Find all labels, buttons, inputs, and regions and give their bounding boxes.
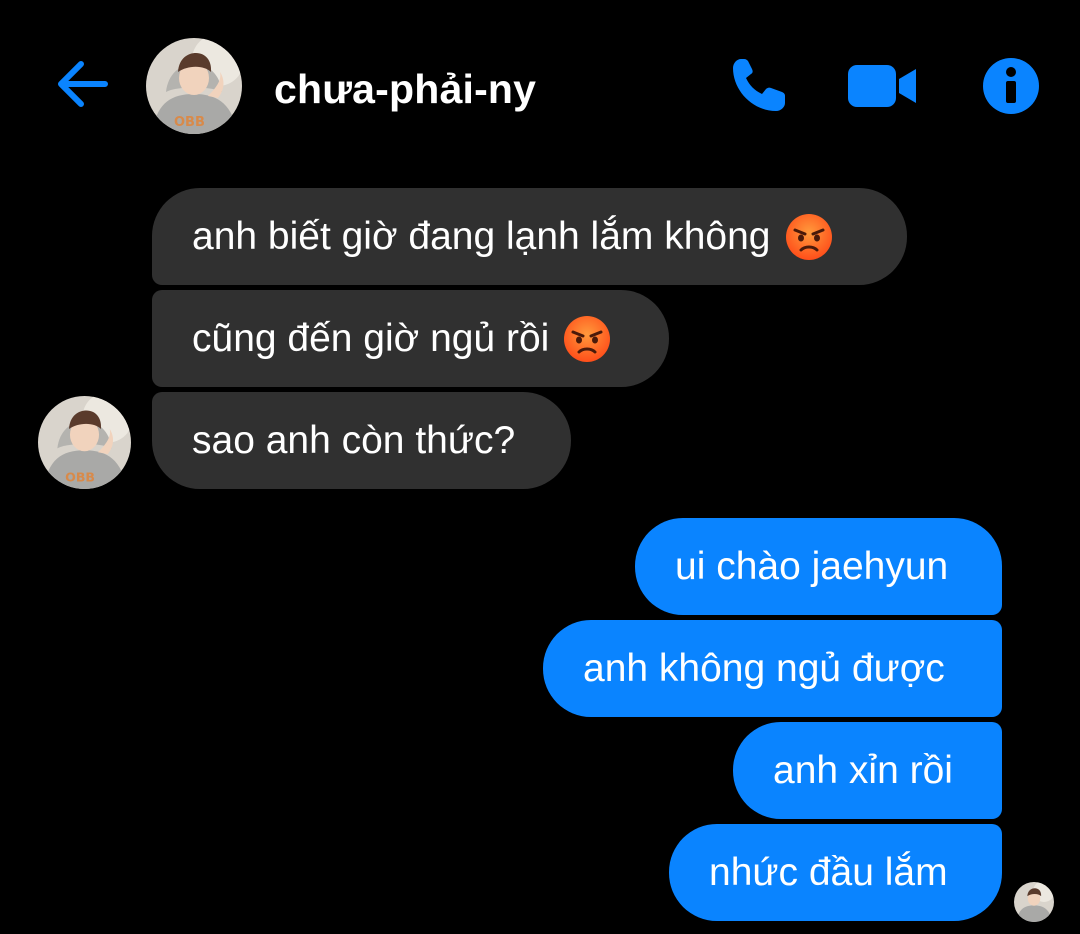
outgoing-message[interactable]: nhức đầu lắm [669,824,1002,921]
avatar-photo: OBB [38,396,131,489]
avatar-photo: OBB [146,38,242,134]
phone-icon [733,59,785,111]
angry-face-emoji-icon [564,315,611,362]
message-text: nhức đầu lắm [709,850,948,894]
incoming-message[interactable]: cũng đến giờ ngủ rồi [152,290,669,387]
svg-text:OBB: OBB [174,115,205,130]
sender-avatar[interactable]: OBB [38,396,131,489]
back-button[interactable] [48,52,116,116]
message-text: ui chào jaehyun [675,544,949,588]
message-text: anh không ngủ được [583,646,945,690]
outgoing-message[interactable]: ui chào jaehyun [635,518,1002,615]
message-text: anh biết giờ đang lạnh lắm không [192,214,771,258]
svg-text:OBB: OBB [65,469,95,484]
avatar-photo [1014,882,1054,922]
angry-face-emoji-icon [785,213,832,260]
seen-indicator-avatar [1014,882,1054,922]
incoming-message[interactable]: anh biết giờ đang lạnh lắm không [152,188,907,285]
message-text: cũng đến giờ ngủ rồi [192,316,550,360]
call-button[interactable] [722,50,794,122]
message-text: sao anh còn thức? [192,418,516,462]
contact-avatar[interactable]: OBB [146,38,242,134]
message-text: anh xỉn rồi [773,748,953,792]
video-call-button[interactable] [846,50,918,122]
info-icon [983,58,1039,114]
info-button[interactable] [975,50,1047,122]
outgoing-message[interactable]: anh xỉn rồi [733,722,1002,819]
outgoing-message[interactable]: anh không ngủ được [543,620,1002,717]
incoming-message[interactable]: sao anh còn thức? [152,392,571,489]
arrow-left-icon [58,61,108,107]
chat-header: OBB chưa-phải-ny [0,0,1080,170]
contact-name[interactable]: chưa-phải-ny [274,66,536,113]
video-camera-icon [848,65,916,107]
